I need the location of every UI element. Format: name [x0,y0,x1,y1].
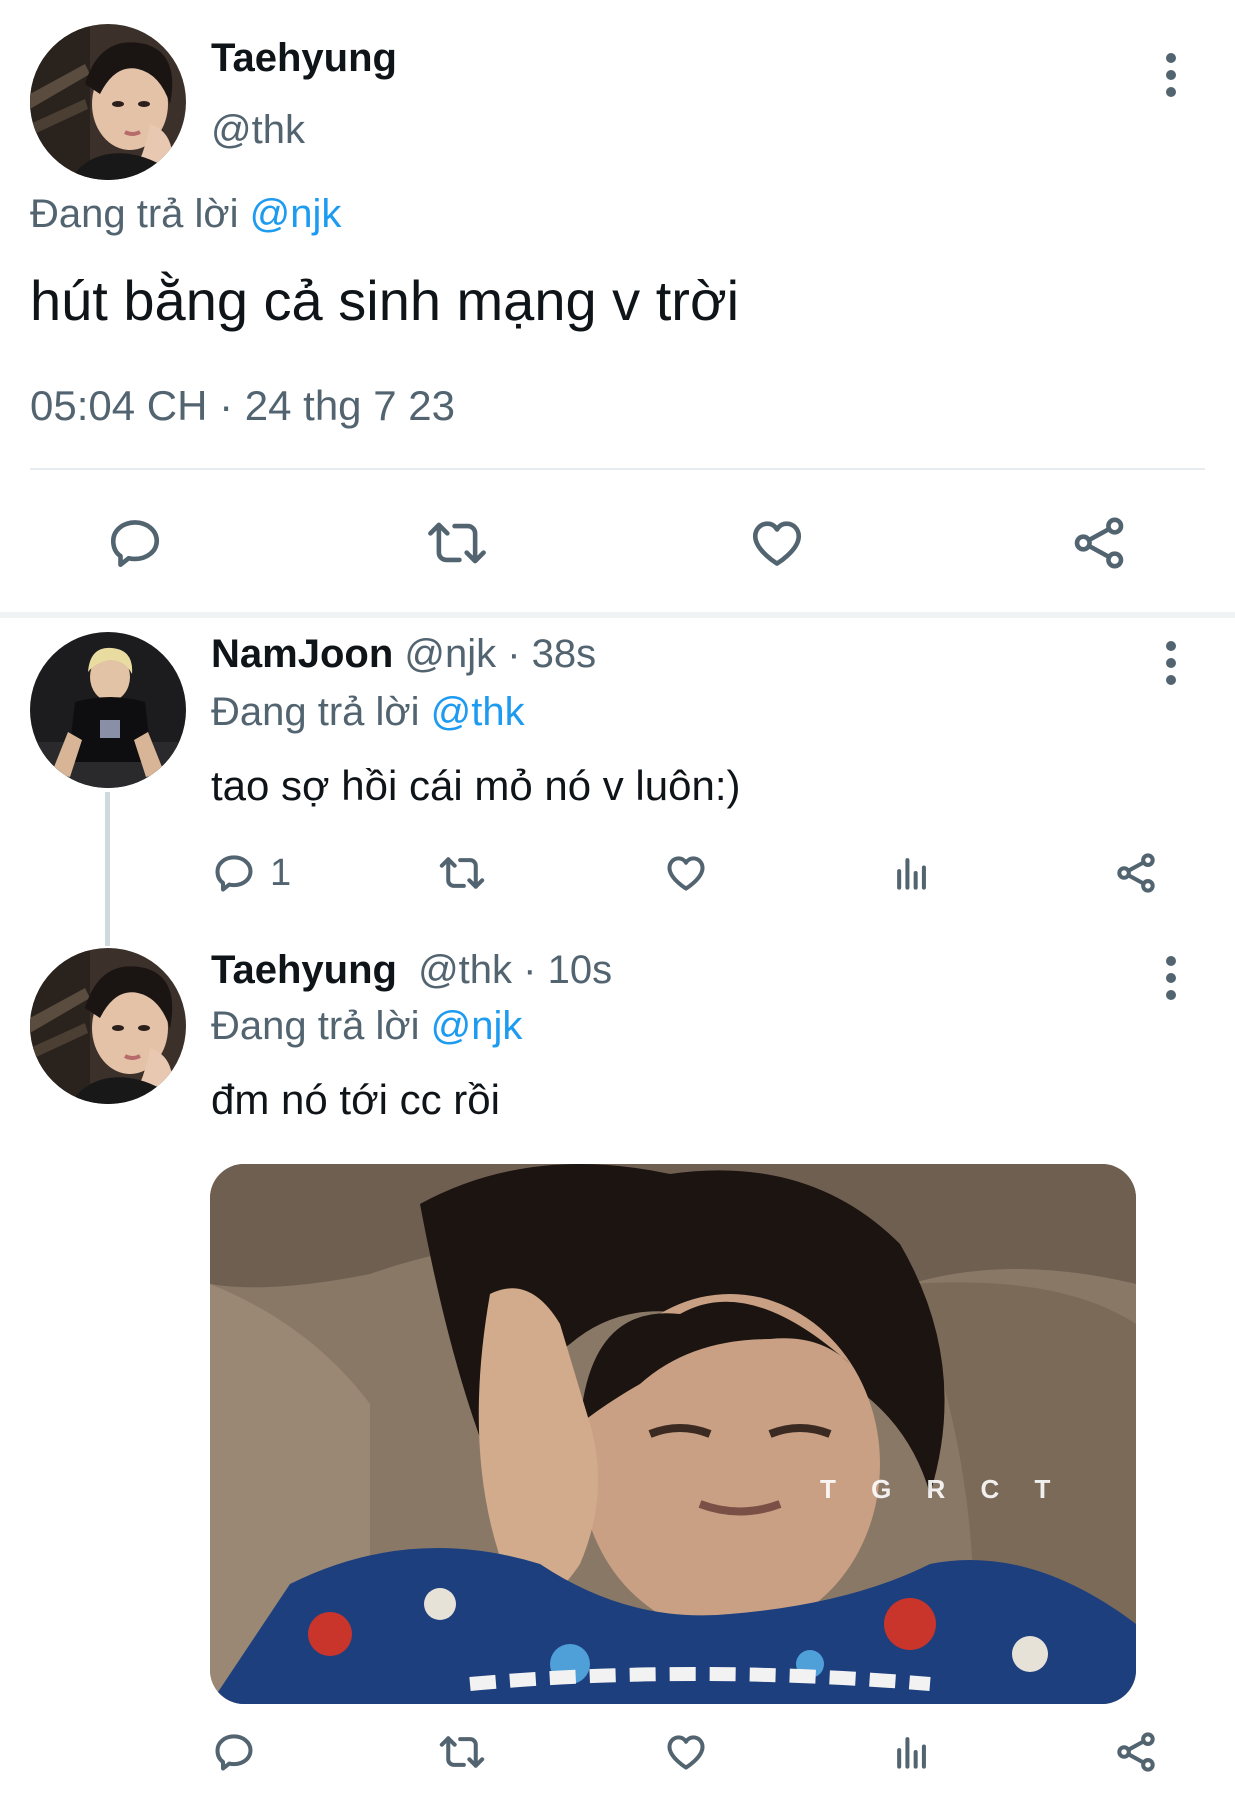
reply-time[interactable]: · 10s [523,948,612,992]
replying-to-link[interactable]: @njk [250,192,342,236]
reply-text: đm nó tới cc rồi [211,1076,500,1123]
tweet-timestamp[interactable]: 05:04 CH · 24 thg 7 23 [30,382,455,430]
handle[interactable]: @njk [404,632,496,676]
reply-time[interactable]: · 38s [507,632,596,676]
reply-icon[interactable] [106,514,164,572]
handle[interactable]: @thk [418,948,512,992]
more-options-icon[interactable] [1161,640,1181,686]
more-options-icon[interactable] [1161,955,1181,1001]
tweet-media-image[interactable]: T G R C T [210,1164,1136,1704]
share-icon[interactable] [1114,851,1158,895]
reply-button[interactable]: 1 [212,850,291,896]
display-name[interactable]: NamJoon [211,632,393,676]
reply-header: Taehyung @thk · 10s [211,948,612,993]
views-icon[interactable] [890,851,934,895]
tweet-text: hút bằng cả sinh mạng v trời [30,269,740,332]
retweet-icon[interactable] [424,514,490,572]
reply-header: NamJoon @njk · 38s [211,632,596,677]
replying-to-link[interactable]: @njk [431,1004,523,1048]
retweet-icon[interactable] [436,851,488,895]
avatar-namjoon[interactable] [30,632,186,788]
like-icon[interactable] [748,514,806,572]
replying-prefix: Đang trả lời [211,1004,420,1048]
replying-prefix: Đang trả lời [211,690,420,734]
section-separator [0,612,1235,618]
divider [30,468,1205,470]
thread-line [105,792,110,946]
reply-count: 1 [270,851,292,894]
handle[interactable]: @thk [211,108,305,153]
reply-text: tao sợ hồi cái mỏ nó v luôn:) [211,762,741,809]
display-name[interactable]: Taehyung [211,36,397,81]
replying-to-line: Đang trả lời @njk [211,1004,522,1049]
views-icon[interactable] [890,1730,934,1774]
like-icon[interactable] [664,851,708,895]
replying-to-line: Đang trả lời @njk [30,192,341,237]
media-watermark: T G R C T [820,1474,1065,1504]
replying-to-link[interactable]: @thk [431,690,525,734]
avatar-taehyung[interactable] [30,948,186,1104]
avatar-taehyung[interactable] [30,24,186,180]
share-icon[interactable] [1114,1730,1158,1774]
reply-icon[interactable] [212,1730,256,1774]
like-icon[interactable] [664,1730,708,1774]
retweet-icon[interactable] [436,1730,488,1774]
replying-to-line: Đang trả lời @thk [211,690,525,735]
display-name[interactable]: Taehyung [211,948,397,992]
share-icon[interactable] [1070,514,1128,572]
replying-prefix: Đang trả lời [30,192,239,236]
reply-icon[interactable] [212,851,256,895]
more-options-icon[interactable] [1161,52,1181,98]
